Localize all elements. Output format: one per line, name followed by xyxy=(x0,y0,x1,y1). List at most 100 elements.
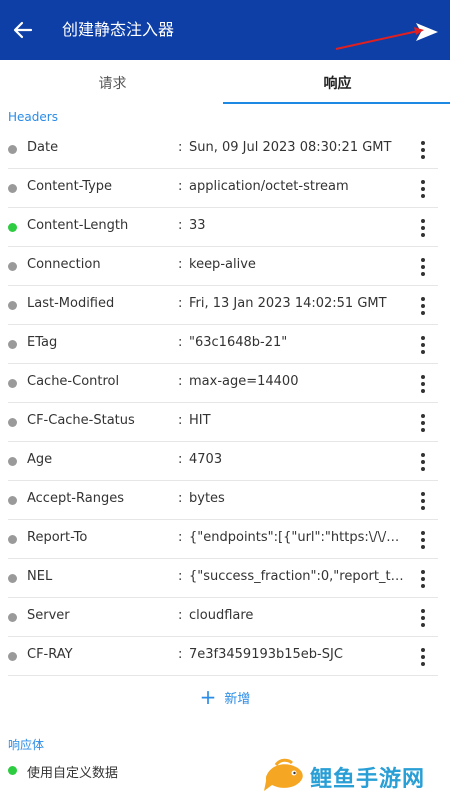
header-row[interactable]: Content-Length:33 xyxy=(8,208,438,247)
header-name: Content-Type xyxy=(27,179,113,194)
header-separator: : xyxy=(178,218,183,233)
more-vert-icon[interactable] xyxy=(416,490,430,512)
tab-request[interactable]: 请求 xyxy=(0,60,225,106)
more-vert-icon[interactable] xyxy=(416,607,430,629)
more-vert-icon[interactable] xyxy=(416,412,430,434)
header-separator: : xyxy=(178,257,183,272)
header-separator: : xyxy=(178,569,183,584)
page-title: 创建静态注入器 xyxy=(62,20,175,39)
status-dot xyxy=(8,223,17,232)
more-vert-icon[interactable] xyxy=(416,295,430,317)
response-body-section-label: 响应体 xyxy=(8,738,45,752)
status-dot xyxy=(8,652,17,661)
header-row[interactable]: CF-Cache-Status: HIT xyxy=(8,403,438,442)
header-row[interactable]: NEL: {"success_fraction":0,"report_to":"c… xyxy=(8,559,438,598)
header-name: Report-To xyxy=(27,530,88,545)
status-dot xyxy=(8,457,17,466)
status-dot xyxy=(8,535,17,544)
header-separator: : xyxy=(178,608,183,623)
header-value: max-age=14400 xyxy=(189,374,299,389)
header-name: ETag xyxy=(27,335,58,350)
header-name: CF-RAY xyxy=(27,647,73,662)
header-name: Server xyxy=(27,608,70,623)
header-separator: : xyxy=(178,179,183,194)
header-name: Accept-Ranges xyxy=(27,491,124,506)
status-dot xyxy=(8,418,17,427)
header-separator: : xyxy=(178,335,183,350)
header-row[interactable]: Connection: keep-alive xyxy=(8,247,438,286)
status-dot xyxy=(8,496,17,505)
headers-list: Date: Sun, 09 Jul 2023 08:30:21 GMT Conten… xyxy=(0,130,450,676)
more-vert-icon[interactable] xyxy=(416,373,430,395)
add-header-label: 新增 xyxy=(224,691,251,707)
more-vert-icon[interactable] xyxy=(416,256,430,278)
status-dot xyxy=(8,184,17,193)
more-vert-icon[interactable] xyxy=(416,646,430,668)
header-separator: : xyxy=(178,491,183,506)
header-value: keep-alive xyxy=(189,257,256,272)
header-value: cloudflare xyxy=(189,608,254,623)
status-dot xyxy=(8,613,17,622)
headers-section-label: Headers xyxy=(8,110,58,124)
header-value: bytes xyxy=(189,491,225,506)
header-separator: : xyxy=(178,530,183,545)
tab-bar: 请求 响应 xyxy=(0,60,450,106)
status-dot xyxy=(8,145,17,154)
watermark-text: 鲤鱼手游网 xyxy=(310,767,426,792)
more-vert-icon[interactable] xyxy=(416,568,430,590)
active-tab-indicator xyxy=(223,102,450,104)
custom-data-label: 使用自定义数据 xyxy=(27,766,119,781)
status-dot xyxy=(8,301,17,310)
header-row[interactable]: Cache-Control: max-age=14400 xyxy=(8,364,438,403)
status-dot xyxy=(8,340,17,349)
app-bar: 创建静态注入器 xyxy=(0,0,450,60)
header-row[interactable]: Last-Modified: Fri, 13 Jan 2023 14:02:51 … xyxy=(8,286,438,325)
add-header-button[interactable]: + 新增 xyxy=(0,680,450,714)
more-vert-icon[interactable] xyxy=(416,139,430,161)
header-separator: : xyxy=(178,647,183,662)
arrow-left-icon[interactable] xyxy=(8,15,38,45)
header-separator: : xyxy=(178,452,183,467)
status-dot xyxy=(8,262,17,271)
more-vert-icon[interactable] xyxy=(416,451,430,473)
more-vert-icon[interactable] xyxy=(416,529,430,551)
header-name: Date xyxy=(27,140,59,155)
status-dot xyxy=(8,574,17,583)
header-value: {"success_fraction":0,"report_to":"cf... xyxy=(189,569,405,584)
header-value: 33 xyxy=(189,218,206,233)
send-icon[interactable] xyxy=(412,18,442,46)
status-dot xyxy=(8,379,17,388)
header-value: HIT xyxy=(189,413,211,428)
header-row[interactable]: Date: Sun, 09 Jul 2023 08:30:21 GMT xyxy=(8,130,438,169)
header-name: Content-Length xyxy=(27,218,129,233)
header-name: Age xyxy=(27,452,53,467)
more-vert-icon[interactable] xyxy=(416,334,430,356)
header-value: 4703 xyxy=(189,452,223,467)
header-row[interactable]: Age:4703 xyxy=(8,442,438,481)
header-value: 7e3f3459193b15eb-SJC xyxy=(189,647,343,662)
tab-response[interactable]: 响应 xyxy=(225,60,450,106)
header-value: Fri, 13 Jan 2023 14:02:51 GMT xyxy=(189,296,387,311)
status-dot xyxy=(8,766,17,775)
header-value: application/octet-stream xyxy=(189,179,349,194)
header-separator: : xyxy=(178,413,183,428)
header-name: CF-Cache-Status xyxy=(27,413,135,428)
plus-icon: + xyxy=(199,685,217,709)
header-row[interactable]: CF-RAY:7e3f3459193b15eb-SJC xyxy=(8,637,438,676)
header-row[interactable]: Accept-Ranges: bytes xyxy=(8,481,438,520)
header-separator: : xyxy=(178,140,183,155)
header-value: "63c1648b-21" xyxy=(189,335,288,350)
header-row[interactable]: Report-To: {"endpoints":[{"url":"https:\/… xyxy=(8,520,438,559)
header-row[interactable]: Content-Type: application/octet-stream xyxy=(8,169,438,208)
header-row[interactable]: ETag: "63c1648b-21" xyxy=(8,325,438,364)
header-name: Cache-Control xyxy=(27,374,120,389)
header-value: {"endpoints":[{"url":"https:\/\/a.nel...… xyxy=(189,530,405,545)
header-separator: : xyxy=(178,374,183,389)
header-name: Connection xyxy=(27,257,101,272)
header-separator: : xyxy=(178,296,183,311)
header-value: Sun, 09 Jul 2023 08:30:21 GMT xyxy=(189,140,392,155)
header-row[interactable]: Server: cloudflare xyxy=(8,598,438,637)
more-vert-icon[interactable] xyxy=(416,178,430,200)
more-vert-icon[interactable] xyxy=(416,217,430,239)
header-name: NEL xyxy=(27,569,53,584)
